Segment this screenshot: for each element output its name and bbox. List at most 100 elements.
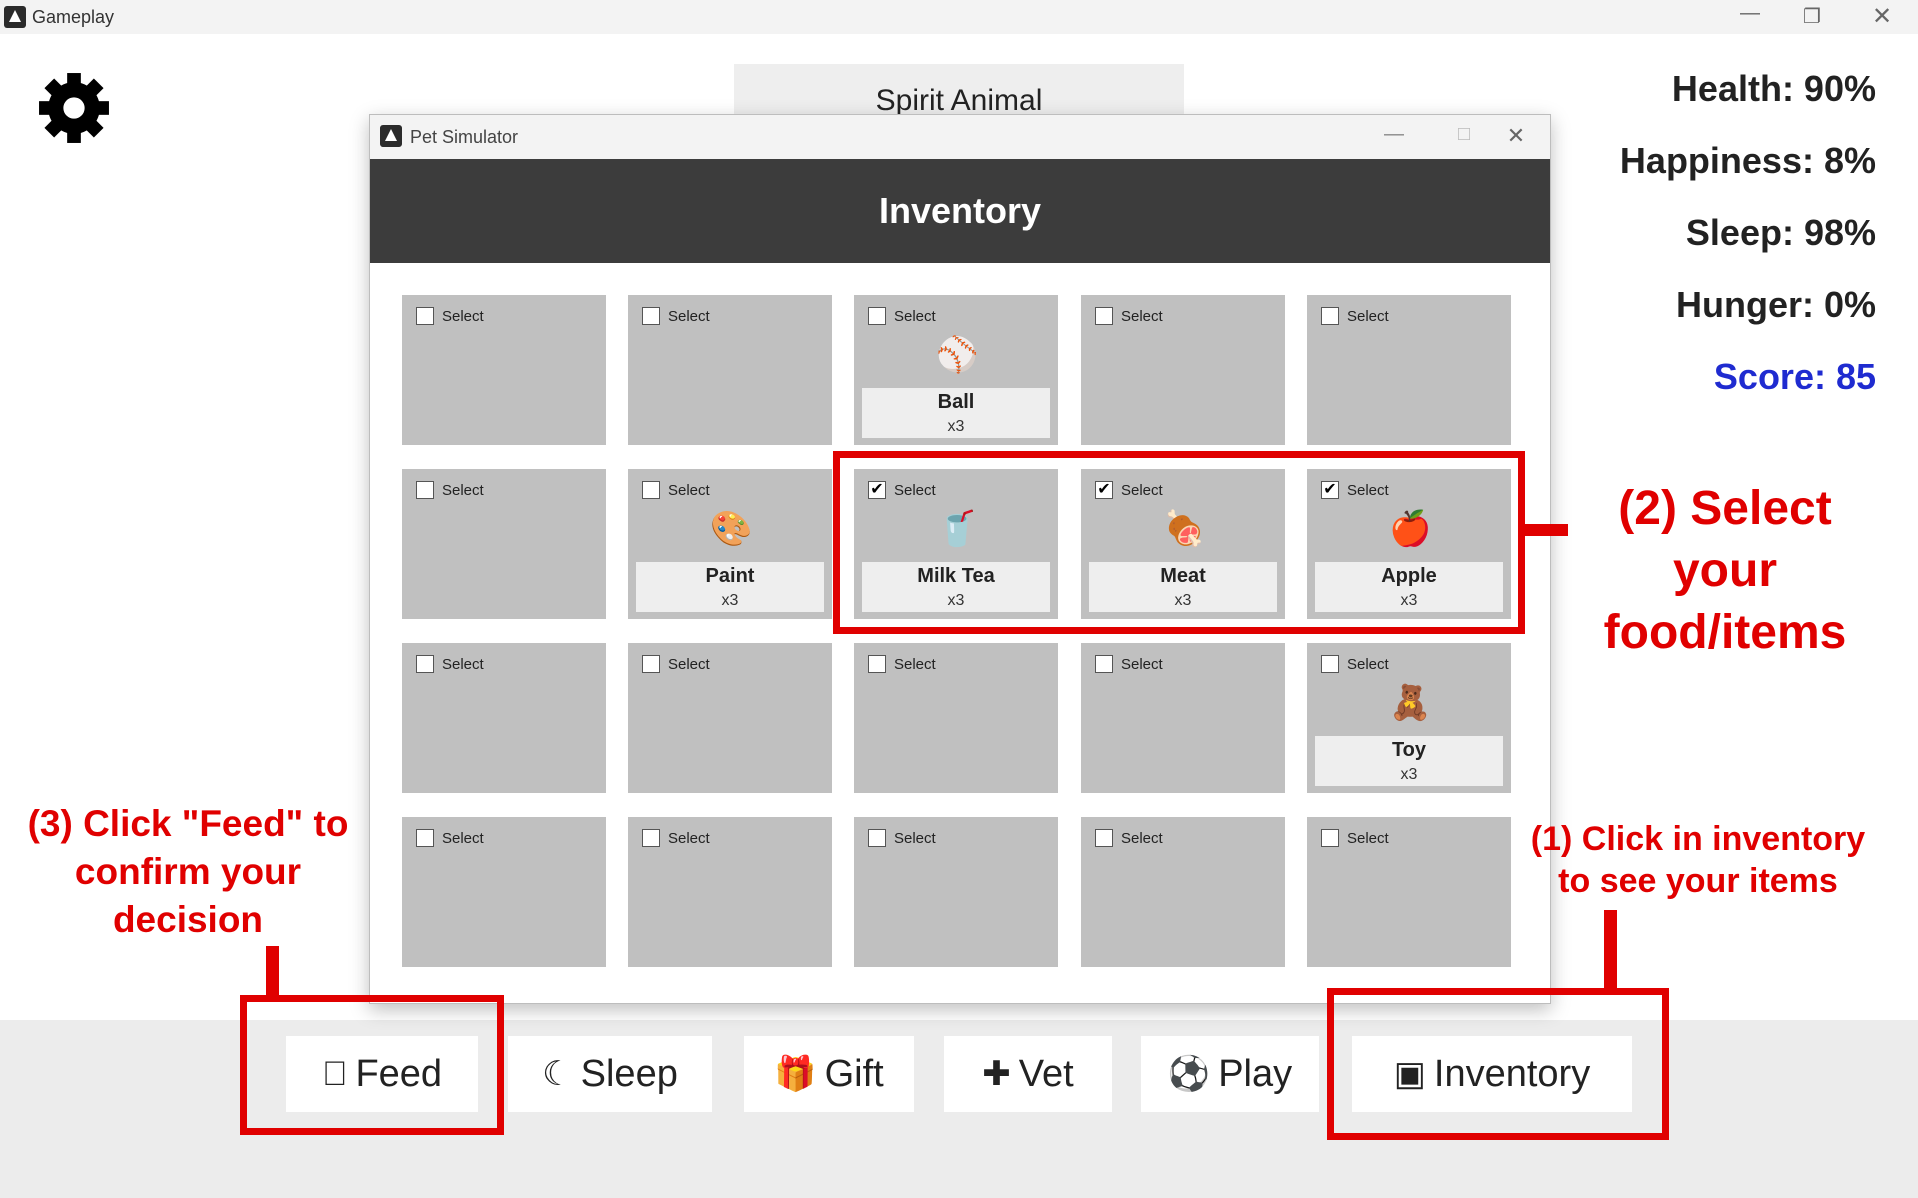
select-checkbox[interactable] (1321, 655, 1339, 673)
select-label: Select (1121, 830, 1163, 847)
annotation-step3-line2: confirm your (74, 851, 302, 892)
vet-button[interactable]: ✚ Vet (944, 1036, 1112, 1112)
gift-icon: 🎁 (774, 1055, 817, 1093)
select-checkbox[interactable] (642, 655, 660, 673)
annotation-step3-line3: decision (112, 899, 264, 940)
item-name: Toy (1391, 739, 1427, 761)
select-checkbox[interactable] (416, 481, 434, 499)
restore-icon[interactable]: ❐ (1792, 4, 1832, 29)
moon-icon: ☾ (542, 1055, 573, 1093)
select-label: Select (1347, 656, 1389, 673)
annotation-box-feed (240, 995, 504, 1135)
inventory-slot[interactable]: Select (854, 643, 1058, 793)
health-stat: Health: 90% (1671, 68, 1876, 109)
item-quantity: x3 (947, 418, 965, 435)
select-checkbox[interactable] (416, 307, 434, 325)
select-label: Select (668, 656, 710, 673)
select-label: Select (668, 830, 710, 847)
select-checkbox[interactable] (642, 481, 660, 499)
inventory-slot[interactable]: Select ⚾ Ball x3 (854, 295, 1058, 445)
inventory-slot[interactable]: Select (402, 643, 606, 793)
inventory-slot[interactable]: Select (854, 817, 1058, 967)
minimize-icon[interactable]: — (1730, 2, 1770, 25)
annotation-step2: (2) Select your food/items (1560, 478, 1890, 664)
sleep-stat: Sleep: 98% (1685, 212, 1876, 253)
gift-button[interactable]: 🎁 Gift (744, 1036, 914, 1112)
inventory-slot[interactable]: Select (628, 643, 832, 793)
play-label: Play (1218, 1052, 1293, 1095)
hunger-stat: Hunger: 0% (1675, 284, 1876, 325)
inventory-slot[interactable]: Select 🧸 Toy x3 (1307, 643, 1511, 793)
select-label: Select (894, 656, 936, 673)
select-label: Select (442, 830, 484, 847)
score-stat: Score: 85 (1713, 356, 1876, 397)
app-logo-icon (4, 6, 26, 28)
sleep-label: Sleep (580, 1052, 678, 1095)
annotation-connector-inventory (1604, 910, 1617, 992)
item-label: Ball x3 (862, 388, 1050, 438)
inventory-slot[interactable]: Select (1081, 643, 1285, 793)
sleep-button[interactable]: ☾ Sleep (508, 1036, 712, 1112)
inventory-slot[interactable]: Select (402, 817, 606, 967)
teddy-bear-icon: 🧸 (1389, 684, 1432, 722)
close-icon[interactable]: ✕ (1862, 2, 1902, 31)
select-checkbox[interactable] (868, 655, 886, 673)
select-checkbox[interactable] (868, 829, 886, 847)
inventory-slot[interactable]: Select (1307, 817, 1511, 967)
annotation-step1: (1) Click in inventory to see your items (1520, 818, 1876, 902)
item-quantity: x3 (1400, 766, 1418, 783)
select-label: Select (668, 308, 710, 325)
item-name: Ball (937, 391, 975, 413)
baseball-icon: ⚾ (936, 336, 979, 374)
select-checkbox[interactable] (1095, 655, 1113, 673)
happiness-stat: Happiness: 8% (1619, 140, 1876, 181)
item-quantity: x3 (721, 592, 739, 609)
gift-label: Gift (824, 1052, 884, 1095)
select-checkbox[interactable] (868, 307, 886, 325)
annotation-step1-line2: to see your items (1558, 862, 1838, 900)
item-label: Paint x3 (636, 562, 824, 612)
annotation-box-items (833, 451, 1525, 634)
select-checkbox[interactable] (1095, 829, 1113, 847)
soccer-ball-icon: ⚽ (1167, 1055, 1211, 1093)
select-label: Select (1121, 656, 1163, 673)
inventory-slot[interactable]: Select (1081, 817, 1285, 967)
annotation-step3-line1: (3) Click "Feed" to (27, 803, 349, 844)
select-checkbox[interactable] (416, 829, 434, 847)
play-button[interactable]: ⚽ Play (1141, 1036, 1319, 1112)
select-checkbox[interactable] (416, 655, 434, 673)
annotation-step2-line1: (2) Select your (1618, 482, 1832, 597)
select-label: Select (1347, 830, 1389, 847)
annotation-step2-line2: food/items (1603, 606, 1847, 659)
select-checkbox[interactable] (642, 829, 660, 847)
annotation-step3: (3) Click "Feed" to confirm your decisio… (20, 800, 356, 944)
annotation-step1-line1: (1) Click in inventory (1530, 820, 1866, 858)
select-label: Select (442, 482, 484, 499)
select-checkbox[interactable] (1095, 307, 1113, 325)
item-name: Paint (705, 565, 755, 587)
main-titlebar: Gameplay — ❐ ✕ (0, 0, 1918, 34)
inventory-slot[interactable]: Select (1307, 295, 1511, 445)
annotation-connector-feed (266, 946, 279, 998)
select-checkbox[interactable] (642, 307, 660, 325)
gear-icon[interactable] (36, 70, 112, 146)
select-label: Select (1347, 308, 1389, 325)
inventory-slot[interactable]: Select (628, 817, 832, 967)
select-label: Select (894, 308, 936, 325)
item-label: Toy x3 (1315, 736, 1503, 786)
window-title: Gameplay (32, 7, 115, 27)
inventory-slot[interactable]: Select (402, 469, 606, 619)
vet-label: Vet (1018, 1052, 1074, 1095)
inventory-slot[interactable]: Select (1081, 295, 1285, 445)
select-label: Select (668, 482, 710, 499)
inventory-slot[interactable]: Select 🎨 Paint x3 (628, 469, 832, 619)
inventory-slot[interactable]: Select (628, 295, 832, 445)
palette-icon: 🎨 (710, 510, 753, 548)
select-checkbox[interactable] (1321, 307, 1339, 325)
annotation-box-inventory (1327, 988, 1669, 1140)
select-label: Select (894, 830, 936, 847)
inventory-slot[interactable]: Select (402, 295, 606, 445)
select-label: Select (442, 656, 484, 673)
select-checkbox[interactable] (1321, 829, 1339, 847)
select-label: Select (1121, 308, 1163, 325)
